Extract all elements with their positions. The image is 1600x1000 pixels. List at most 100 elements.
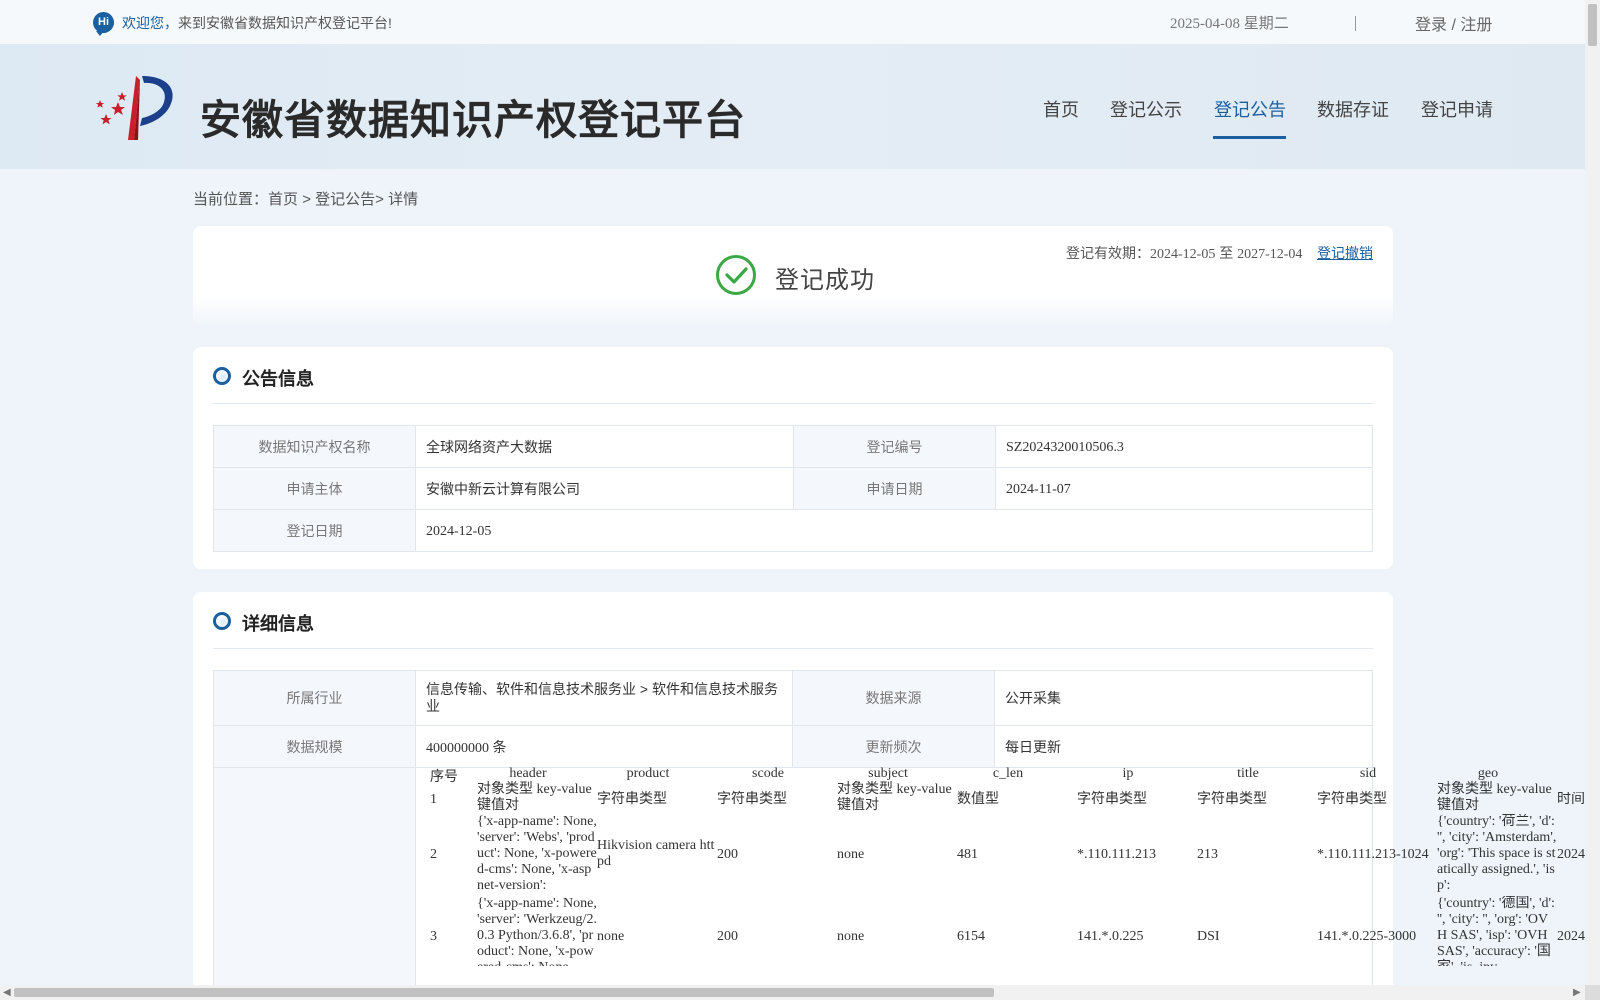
data-cell: {'country': '德国', 'd': '', 'city': '', '…	[1437, 896, 1555, 966]
nav-home[interactable]: 首页	[1043, 96, 1079, 122]
site-title: 安徽省数据知识产权登记平台	[200, 96, 746, 144]
update-frequency-value: 每日更新	[994, 725, 1373, 768]
reg-date-label: 登记日期	[213, 509, 416, 552]
breadcrumb-prefix: 当前位置：	[193, 191, 269, 208]
breadcrumb-current: 详情	[388, 191, 419, 208]
breadcrumb-section[interactable]: 登记公告	[315, 191, 375, 208]
data-cell: {'x-app-name': None, 'server': 'Webs', '…	[477, 814, 597, 893]
revoke-registration-link[interactable]: 登记撤销	[1317, 243, 1373, 263]
column-header: sid	[1359, 766, 1377, 781]
data-cell: 213	[1197, 847, 1218, 862]
site-header: 安徽省数据知识产权登记平台 首页 登记公示 登记公告 数据存证 登记申请	[0, 44, 1585, 169]
announcement-table: 数据知识产权名称 全球网络资产大数据 登记编号 SZ2024320010506.…	[213, 425, 1373, 552]
nav-data-certification[interactable]: 数据存证	[1317, 96, 1389, 122]
data-cell: Hikvision camera httpd	[597, 838, 715, 869]
data-scale-label: 数据规模	[213, 725, 416, 768]
apply-date-label: 申请日期	[793, 467, 996, 510]
breadcrumb: 当前位置：首页 > 登记公告> 详情	[193, 188, 418, 209]
table-row: 数据规模 400000000 条 更新频次 每日更新	[213, 725, 1373, 768]
vertical-scroll-thumb[interactable]	[1588, 4, 1597, 46]
type-cell: 1	[430, 792, 437, 807]
ip-name-label: 数据知识产权名称	[213, 425, 416, 468]
type-cell: 字符串类型	[1077, 792, 1147, 807]
horizontal-scroll-thumb[interactable]	[14, 988, 994, 997]
welcome-highlight: 欢迎您，	[122, 15, 178, 31]
divider	[1355, 16, 1356, 31]
welcome-text: 欢迎您，来到安徽省数据知识产权登记平台!	[122, 13, 392, 33]
data-cell: *.110.111.213	[1077, 847, 1156, 862]
nav-registration-publicity[interactable]: 登记公示	[1110, 96, 1182, 122]
data-cell: 2	[430, 847, 437, 862]
section-bullet-icon	[213, 367, 231, 385]
industry-value: 信息传输、软件和信息技术服务业 > 软件和信息技术服务业	[415, 670, 793, 726]
data-cell: *.110.111.213-1024	[1317, 847, 1429, 862]
data-source-label: 数据来源	[792, 670, 995, 726]
breadcrumb-home[interactable]: 首页	[268, 191, 298, 208]
applicant-label: 申请主体	[213, 467, 416, 510]
ip-name-value: 全球网络资产大数据	[415, 425, 794, 468]
column-header: geo	[1477, 766, 1499, 781]
nav-registration-apply[interactable]: 登记申请	[1421, 96, 1493, 122]
scroll-right-arrow-icon[interactable]: ▶	[1573, 987, 1581, 998]
apply-date-value: 2024-11-07	[995, 467, 1373, 510]
data-cell: none	[837, 929, 865, 944]
table-row: 数据知识产权名称 全球网络资产大数据 登记编号 SZ2024320010506.…	[213, 425, 1373, 468]
vertical-scrollbar[interactable]	[1585, 0, 1600, 985]
section-title: 详细信息	[242, 614, 314, 634]
table-row: 申请主体 安徽中新云计算有限公司 申请日期 2024-11-07	[213, 467, 1373, 510]
section-title: 公告信息	[242, 369, 314, 389]
sample-data-label	[213, 767, 416, 1000]
data-cell: {'country': '荷兰', 'd': '', 'city': 'Amst…	[1437, 814, 1557, 893]
data-cell: 141.*.0.225	[1077, 929, 1144, 944]
column-header: subject	[868, 766, 908, 781]
scrollbar-corner	[1585, 985, 1600, 1000]
reg-no-value: SZ2024320010506.3	[995, 425, 1373, 468]
welcome-rest: 来到安徽省数据知识产权登记平台!	[178, 15, 392, 31]
nav-registration-announcement[interactable]: 登记公告	[1214, 96, 1286, 122]
column-header: title	[1237, 766, 1259, 781]
data-cell: 3	[430, 929, 437, 944]
reg-date-text: 2024-12-05	[426, 523, 492, 539]
column-header: scode	[752, 766, 784, 781]
data-source-value: 公开采集	[994, 670, 1373, 726]
type-cell: 字符串类型	[1197, 792, 1267, 807]
data-scale-text: 400000000 条	[426, 740, 507, 756]
top-bar: Hi 欢迎您，来到安徽省数据知识产权登记平台! 2025-04-08 星期二 登…	[0, 0, 1585, 44]
table-row: 登记日期 2024-12-05	[213, 509, 1373, 552]
validity-label: 登记有效期：	[1066, 245, 1150, 261]
apply-date-text: 2024-11-07	[1006, 481, 1071, 497]
horizontal-scrollbar[interactable]: ◀ ▶	[0, 985, 1585, 1000]
detail-table: 所属行业 信息传输、软件和信息技术服务业 > 软件和信息技术服务业 数据来源 公…	[213, 670, 1373, 1000]
detail-info-card: 详细信息 所属行业 信息传输、软件和信息技术服务业 > 软件和信息技术服务业 数…	[193, 592, 1597, 1000]
data-cell: 200	[717, 929, 738, 944]
section-divider	[213, 403, 1373, 404]
data-cell: none	[837, 847, 865, 862]
type-cell: 对象类型 key-value 键值对	[477, 782, 592, 813]
data-cell: 481	[957, 847, 978, 862]
section-bullet-icon	[213, 612, 231, 630]
applicant-value: 安徽中新云计算有限公司	[415, 467, 794, 510]
scroll-left-arrow-icon[interactable]: ◀	[3, 987, 11, 998]
column-header: header	[509, 766, 547, 781]
column-header: ip	[1122, 766, 1134, 781]
industry-label: 所属行业	[213, 670, 416, 726]
reg-no-text: SZ2024320010506.3	[1006, 439, 1124, 455]
announcement-info-card: 公告信息 数据知识产权名称 全球网络资产大数据 登记编号 SZ202432001…	[193, 347, 1393, 569]
table-row: 所属行业 信息传输、软件和信息技术服务业 > 软件和信息技术服务业 数据来源 公…	[213, 670, 1373, 726]
login-register-link[interactable]: 登录 / 注册	[1415, 11, 1492, 35]
type-cell: 对象类型 key-value 键值对	[1437, 782, 1552, 813]
type-cell: 数值型	[957, 792, 999, 807]
column-header: c_len	[992, 766, 1024, 781]
validity-start: 2024-12-05	[1150, 247, 1216, 262]
status-text: 登记成功	[775, 267, 875, 294]
registration-status-card: 登记成功 登记有效期：2024-12-05 至 2027-12-04 登记撤销	[193, 226, 1393, 326]
validity-to: 至	[1215, 245, 1238, 261]
section-divider	[213, 648, 1373, 649]
hi-badge-icon: Hi	[93, 12, 114, 36]
breadcrumb-separator: >	[375, 191, 389, 208]
type-cell: 对象类型 key-value 键值对	[837, 782, 952, 813]
nav-active-indicator	[1213, 136, 1286, 139]
current-date: 2025-04-08 星期二	[1170, 16, 1289, 32]
type-cell: 字符串类型	[597, 792, 667, 807]
type-cell: 字符串类型	[1317, 792, 1387, 807]
